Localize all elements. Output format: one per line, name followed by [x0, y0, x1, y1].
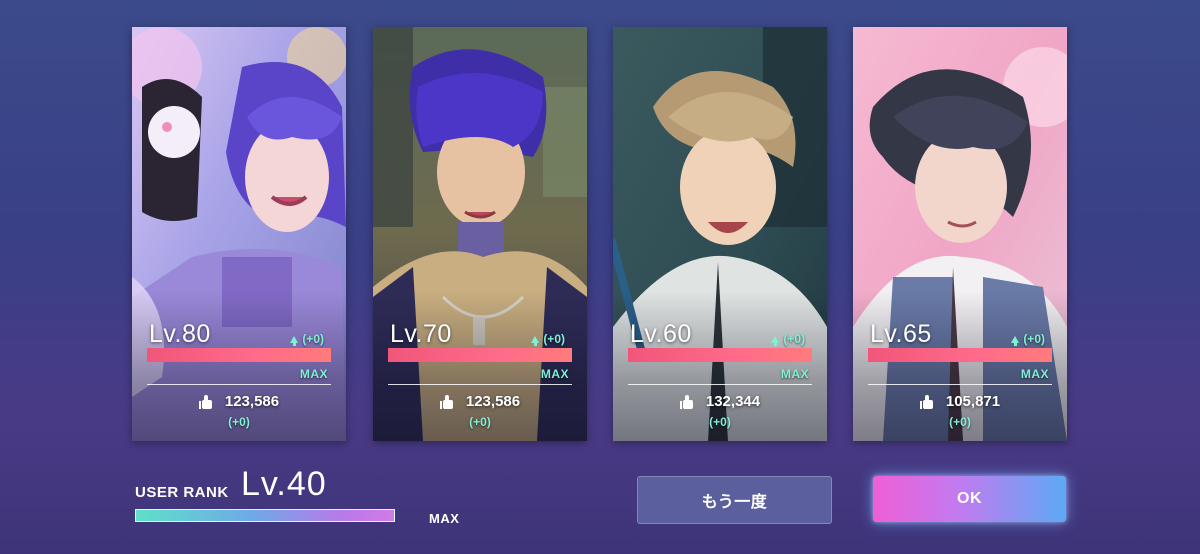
- level-delta-text: (+0): [302, 332, 324, 346]
- level-max-label: MAX: [299, 367, 328, 381]
- retry-button[interactable]: もう一度: [637, 476, 832, 524]
- character-card-1[interactable]: Lv.80 (+0) MAX 123,586 (+0): [132, 27, 346, 441]
- character-card-4[interactable]: Lv.65 (+0) MAX 105,871 (+0): [853, 27, 1067, 441]
- level-max-label: MAX: [780, 367, 809, 381]
- level-delta-text: (+0): [783, 332, 805, 346]
- card-level: Lv.65: [870, 320, 932, 348]
- level-delta-text: (+0): [543, 332, 565, 346]
- level-bar: [628, 348, 812, 362]
- likes-count: 123,586: [224, 393, 280, 410]
- likes-row: 123,586: [373, 393, 587, 410]
- level-delta: (+0): [531, 332, 565, 346]
- character-card-3[interactable]: Lv.60 (+0) MAX 132,344 (+0): [613, 27, 827, 441]
- card-level: Lv.60: [630, 320, 692, 348]
- likes-delta: (+0): [228, 415, 250, 429]
- thumbs-up-icon: [919, 394, 934, 409]
- divider: [628, 384, 812, 385]
- likes-row: 123,586: [132, 393, 346, 410]
- card-level: Lv.80: [149, 320, 211, 348]
- character-card-2[interactable]: Lv.70 (+0) MAX 123,586 (+0): [373, 27, 587, 441]
- likes-row: 105,871: [853, 393, 1067, 410]
- divider: [147, 384, 331, 385]
- user-rank-level: Lv.40: [241, 465, 327, 503]
- thumbs-up-icon: [679, 394, 694, 409]
- level-delta-text: (+0): [1023, 332, 1045, 346]
- divider: [868, 384, 1052, 385]
- arrow-up-icon: [531, 335, 540, 346]
- level-delta: (+0): [771, 332, 805, 346]
- card-level: Lv.70: [390, 320, 452, 348]
- user-rank-max-label: MAX: [429, 511, 460, 526]
- level-delta: (+0): [290, 332, 324, 346]
- likes-count: 105,871: [945, 393, 1001, 410]
- level-max-label: MAX: [1020, 367, 1049, 381]
- divider: [388, 384, 572, 385]
- level-bar: [868, 348, 1052, 362]
- user-rank-label: USER RANK: [135, 484, 229, 501]
- level-delta: (+0): [1011, 332, 1045, 346]
- likes-count: 123,586: [465, 393, 521, 410]
- level-max-label: MAX: [540, 367, 569, 381]
- arrow-up-icon: [1011, 335, 1020, 346]
- thumbs-up-icon: [439, 394, 454, 409]
- likes-delta: (+0): [709, 415, 731, 429]
- user-rank-progress-bar: [135, 509, 395, 522]
- level-bar: [147, 348, 331, 362]
- thumbs-up-icon: [198, 394, 213, 409]
- likes-count: 132,344: [705, 393, 761, 410]
- likes-row: 132,344: [613, 393, 827, 410]
- ok-button[interactable]: OK: [873, 476, 1066, 522]
- level-bar: [388, 348, 572, 362]
- arrow-up-icon: [771, 335, 780, 346]
- likes-delta: (+0): [949, 415, 971, 429]
- likes-delta: (+0): [469, 415, 491, 429]
- arrow-up-icon: [290, 335, 299, 346]
